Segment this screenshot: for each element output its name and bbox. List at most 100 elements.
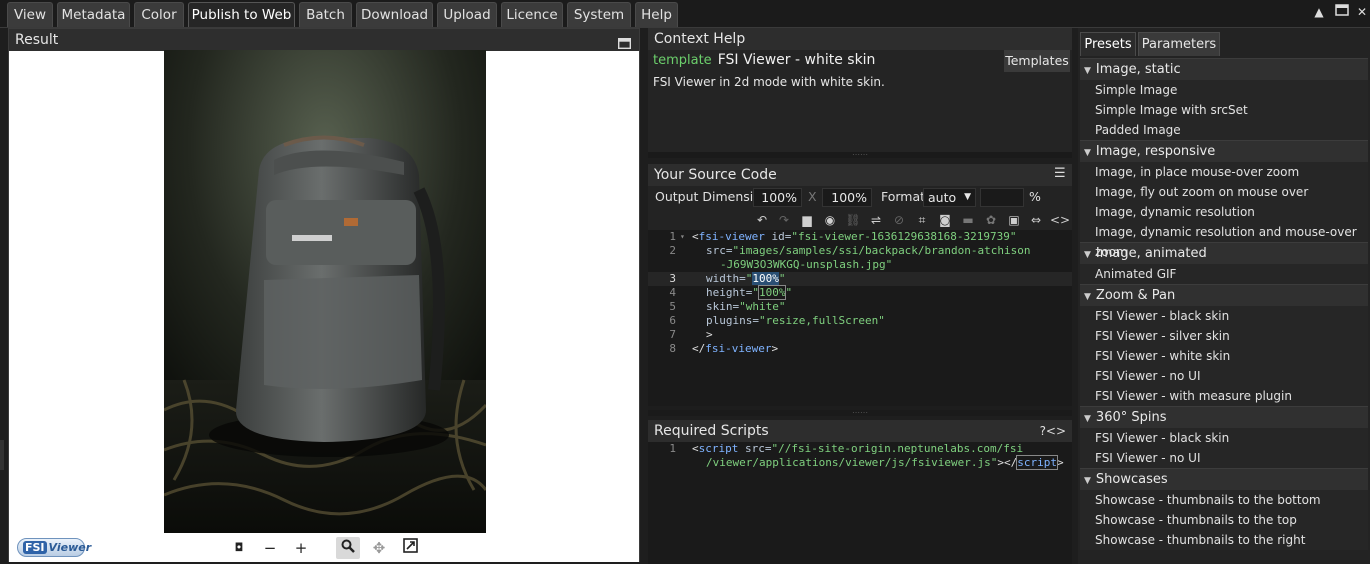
preset-group[interactable]: ▼ Image, responsive [1080,140,1368,162]
preset-item[interactable]: FSI Viewer - silver skin [1080,326,1368,346]
tab-system[interactable]: System [567,2,631,27]
tab-publish-to-web[interactable]: Publish to Web [188,2,295,27]
tab-licence[interactable]: Licence [501,2,563,27]
preset-item[interactable]: Showcase - thumbnails to the top [1080,510,1368,530]
collapse-triangle-icon: ▼ [1084,414,1091,424]
code-line: /viewer/applications/viewer/js/fsiviewer… [706,455,1064,470]
preset-group[interactable]: ▼ Showcases [1080,468,1368,490]
fullscreen-icon[interactable] [398,537,422,559]
collapse-triangle-icon: ▼ [1084,66,1091,76]
code-line: 5 skin="white" [648,300,1072,314]
help-description: FSI Viewer in 2d mode with white skin. [653,75,885,89]
source-code-editor[interactable]: 1 ▾ <fsi-viewer id="fsi-viewer-16361296381… [648,230,1072,406]
link-icon[interactable]: ⛓ [845,212,861,228]
window-icon[interactable] [617,34,632,56]
code-line: 8 </fsi-viewer> [648,342,1072,356]
preset-item[interactable]: Simple Image with srcSet [1080,100,1368,120]
hamburger-menu-icon[interactable]: ☰ [1054,167,1066,180]
width-input[interactable]: 100% [753,188,802,207]
preset-group[interactable]: ▼ Image, animated [1080,242,1368,264]
preset-group-label: Showcases [1095,472,1168,487]
code-attr: src= [738,442,772,455]
fold-icon[interactable]: ▾ [680,230,685,244]
height-input[interactable]: 100% [822,188,872,207]
preset-item[interactable]: Image, in place mouse-over zoom [1080,162,1368,182]
code-line: -J69W3O3WKGQ-unsplash.jpg" [648,258,1072,272]
preset-item[interactable]: FSI Viewer - with measure plugin [1080,386,1368,406]
no-crop-icon[interactable]: ⊘ [891,212,907,228]
maximize-icon[interactable] [1334,4,1350,20]
code-tag: script [1016,455,1059,470]
tab-parameters[interactable]: Parameters [1138,32,1220,56]
code-toggle-icon[interactable]: ⇔ [1028,212,1044,228]
collapse-triangle-icon: ▼ [1084,250,1091,260]
backpack-photo[interactable] [164,50,486,533]
preset-group[interactable]: ▼ Image, static [1080,58,1368,80]
preset-group[interactable]: ▼ 360° Spins [1080,406,1368,428]
code-line: 7 > [648,328,1072,342]
block-icon[interactable]: ▆ [799,212,815,228]
preset-item[interactable]: Showcase - thumbnails to the bottom [1080,490,1368,510]
line-number: 6 [669,314,676,327]
preset-item[interactable]: FSI Viewer - no UI [1080,366,1368,386]
reset-icon[interactable]: ◘ [227,537,251,559]
tab-help[interactable]: Help [635,2,678,27]
close-icon[interactable]: ✕ [1354,4,1370,20]
preset-item[interactable]: FSI Viewer - no UI [1080,448,1368,468]
context-help-panel: Context Help template FSI Viewer - white … [648,28,1072,159]
left-scroll-handle[interactable] [0,440,4,470]
tab-upload[interactable]: Upload [437,2,497,27]
zoom-in-icon[interactable]: + [289,537,313,559]
collapse-icon[interactable]: ▲ [1311,4,1327,20]
tab-presets[interactable]: Presets [1080,32,1136,56]
templates-button[interactable]: Templates [1004,50,1070,72]
undo-icon[interactable]: ↶ [754,212,770,228]
zoom-out-icon[interactable]: − [258,537,282,559]
context-help-title: Context Help [648,28,1072,50]
code-tag: fsi-viewer [698,230,765,243]
html-icon[interactable]: <> [1050,212,1070,228]
preset-item[interactable]: Image, dynamic resolution and mouse-over… [1080,222,1368,259]
code-tag: fsi-viewer [705,342,772,355]
code-line: 2 src="images/samples/ssi/backpack/brando… [648,244,1072,258]
preset-group[interactable]: ▼ Zoom & Pan [1080,284,1368,306]
code-value-match: 100% [758,285,787,300]
preset-item[interactable]: FSI Viewer - black skin [1080,306,1368,326]
tab-color[interactable]: Color [134,2,184,27]
pan-mode-icon[interactable]: ✥ [367,537,391,559]
code-line: 4 height="100%" [648,285,1072,300]
fsi-viewer-logo[interactable]: FSI Viewer [17,538,91,557]
required-scripts-editor[interactable]: 1 <script src="//fsi-site-origin.neptunel… [648,442,1072,564]
resize-handle[interactable]: ⋯⋯ [648,151,1072,159]
html-icon[interactable]: <> [1046,424,1066,438]
format-select[interactable]: auto ▼ [923,188,976,207]
embed-icon[interactable]: ▣ [1006,212,1022,228]
preset-item[interactable]: FSI Viewer - black skin [1080,428,1368,448]
target-icon[interactable]: ◉ [822,212,838,228]
align-icon[interactable]: ⇌ [868,212,884,228]
effects-icon[interactable]: ✿ [983,212,999,228]
code-text: > [706,328,713,341]
code-value: /viewer/applications/viewer/js/fsiviewer… [706,456,998,469]
crop-icon[interactable]: ⌗ [914,212,930,228]
quality-input[interactable] [980,188,1024,207]
tab-batch[interactable]: Batch [299,2,352,27]
required-scripts-panel: Required Scripts ? <> 1 <script src="//fs… [648,420,1072,564]
camera-icon[interactable]: ◙ [937,212,953,228]
preset-item[interactable]: Image, fly out zoom on mouse over [1080,182,1368,202]
resize-handle[interactable]: ⋯⋯ [648,409,1072,417]
redo-icon[interactable]: ↷ [776,212,792,228]
tab-download[interactable]: Download [356,2,433,27]
format-label: Format [881,189,926,204]
preset-item[interactable]: Animated GIF [1080,264,1368,284]
preset-item[interactable]: Image, dynamic resolution [1080,202,1368,222]
preset-item[interactable]: Showcase - thumbnails to the right [1080,530,1368,550]
folder-icon[interactable]: ▬ [960,212,976,228]
tab-view[interactable]: View [7,2,53,27]
preset-item[interactable]: FSI Viewer - white skin [1080,346,1368,366]
preset-item[interactable]: Padded Image [1080,120,1368,140]
code-attr: plugins= [706,314,759,327]
zoom-mode-icon[interactable] [336,537,360,559]
preset-item[interactable]: Simple Image [1080,80,1368,100]
tab-metadata[interactable]: Metadata [57,2,130,27]
